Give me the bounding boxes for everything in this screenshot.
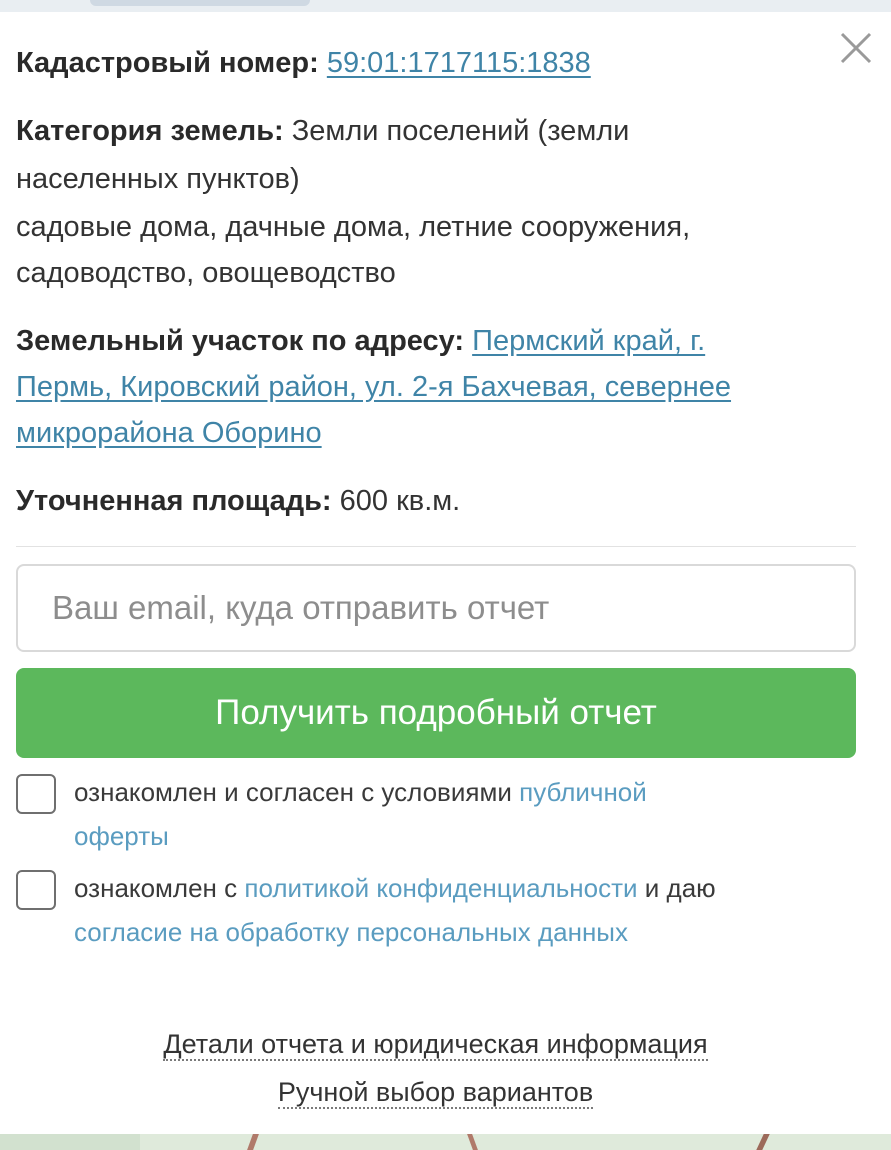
map-road	[467, 1134, 478, 1150]
privacy-consent-label: ознакомлен с	[74, 873, 238, 903]
map-road	[247, 1134, 259, 1150]
area-row: Уточненная площадь: 600 кв.м.	[16, 478, 460, 524]
privacy-consent-text: ознакомлен с политикой конфиденциальност…	[74, 866, 716, 910]
address-row: Земельный участок по адресу: Пермский кр…	[16, 318, 705, 364]
cadastral-row: Кадастровый номер: 59:01:1717115:1838	[16, 40, 591, 86]
offer-consent-text: ознакомлен и согласен с условиями публич…	[74, 770, 647, 814]
email-input[interactable]	[16, 564, 856, 652]
map-bottom-edge	[0, 1134, 891, 1150]
cadastral-number-link[interactable]: 59:01:1717115:1838	[327, 47, 591, 79]
divider	[16, 546, 856, 547]
map-top-edge	[0, 0, 891, 12]
offer-consent-checkbox[interactable]	[16, 774, 56, 814]
address-label: Земельный участок по адресу:	[16, 325, 465, 357]
get-report-button[interactable]: Получить подробный отчет	[16, 668, 856, 758]
close-icon[interactable]	[836, 28, 876, 68]
category-value-cont: населенных пунктов)	[16, 163, 300, 195]
manual-selection-link[interactable]: Ручной выбор вариантов	[277, 1077, 594, 1109]
report-details-row: Детали отчета и юридическая информация	[0, 1024, 871, 1064]
category-label: Категория земель:	[16, 115, 284, 147]
permitted-use-line2: садоводство, овощеводство	[16, 257, 396, 289]
personal-data-consent-link[interactable]: согласие на обработку персональных данны…	[74, 917, 628, 947]
address-row-2: Пермь, Кировский район, ул. 2-я Бахчевая…	[16, 364, 731, 410]
address-link-part2[interactable]: Пермь, Кировский район, ул. 2-я Бахчевая…	[16, 371, 731, 403]
permitted-use-line1: садовые дома, дачные дома, летние сооруж…	[16, 211, 691, 243]
offer-consent-text-cont: оферты	[74, 814, 169, 858]
privacy-policy-link[interactable]: политикой конфиденциальности	[244, 873, 637, 903]
map-control-hint	[90, 0, 310, 6]
cadastral-label: Кадастровый номер:	[16, 47, 319, 79]
area-label: Уточненная площадь:	[16, 485, 332, 517]
report-details-link[interactable]: Детали отчета и юридическая информация	[163, 1029, 708, 1061]
category-row: Категория земель: Земли поселений (земли	[16, 108, 629, 154]
map-area	[0, 1134, 140, 1150]
offer-consent-label: ознакомлен и согласен с условиями	[74, 777, 512, 807]
address-link-part1[interactable]: Пермский край, г.	[472, 325, 705, 357]
privacy-consent-checkbox[interactable]	[16, 870, 56, 910]
area-value: 600 кв.м.	[339, 485, 461, 517]
map-road	[756, 1134, 770, 1150]
category-value: Земли поселений (земли	[291, 115, 630, 147]
public-offer-link-cont[interactable]: оферты	[74, 821, 169, 851]
manual-selection-row: Ручной выбор вариантов	[0, 1072, 871, 1112]
privacy-consent-text-cont: согласие на обработку персональных данны…	[74, 910, 628, 954]
address-link-part3[interactable]: микрорайона Оборино	[16, 417, 322, 449]
address-row-3: микрорайона Оборино	[16, 410, 322, 456]
privacy-consent-label-after: и даю	[644, 873, 716, 903]
public-offer-link[interactable]: публичной	[519, 777, 647, 807]
